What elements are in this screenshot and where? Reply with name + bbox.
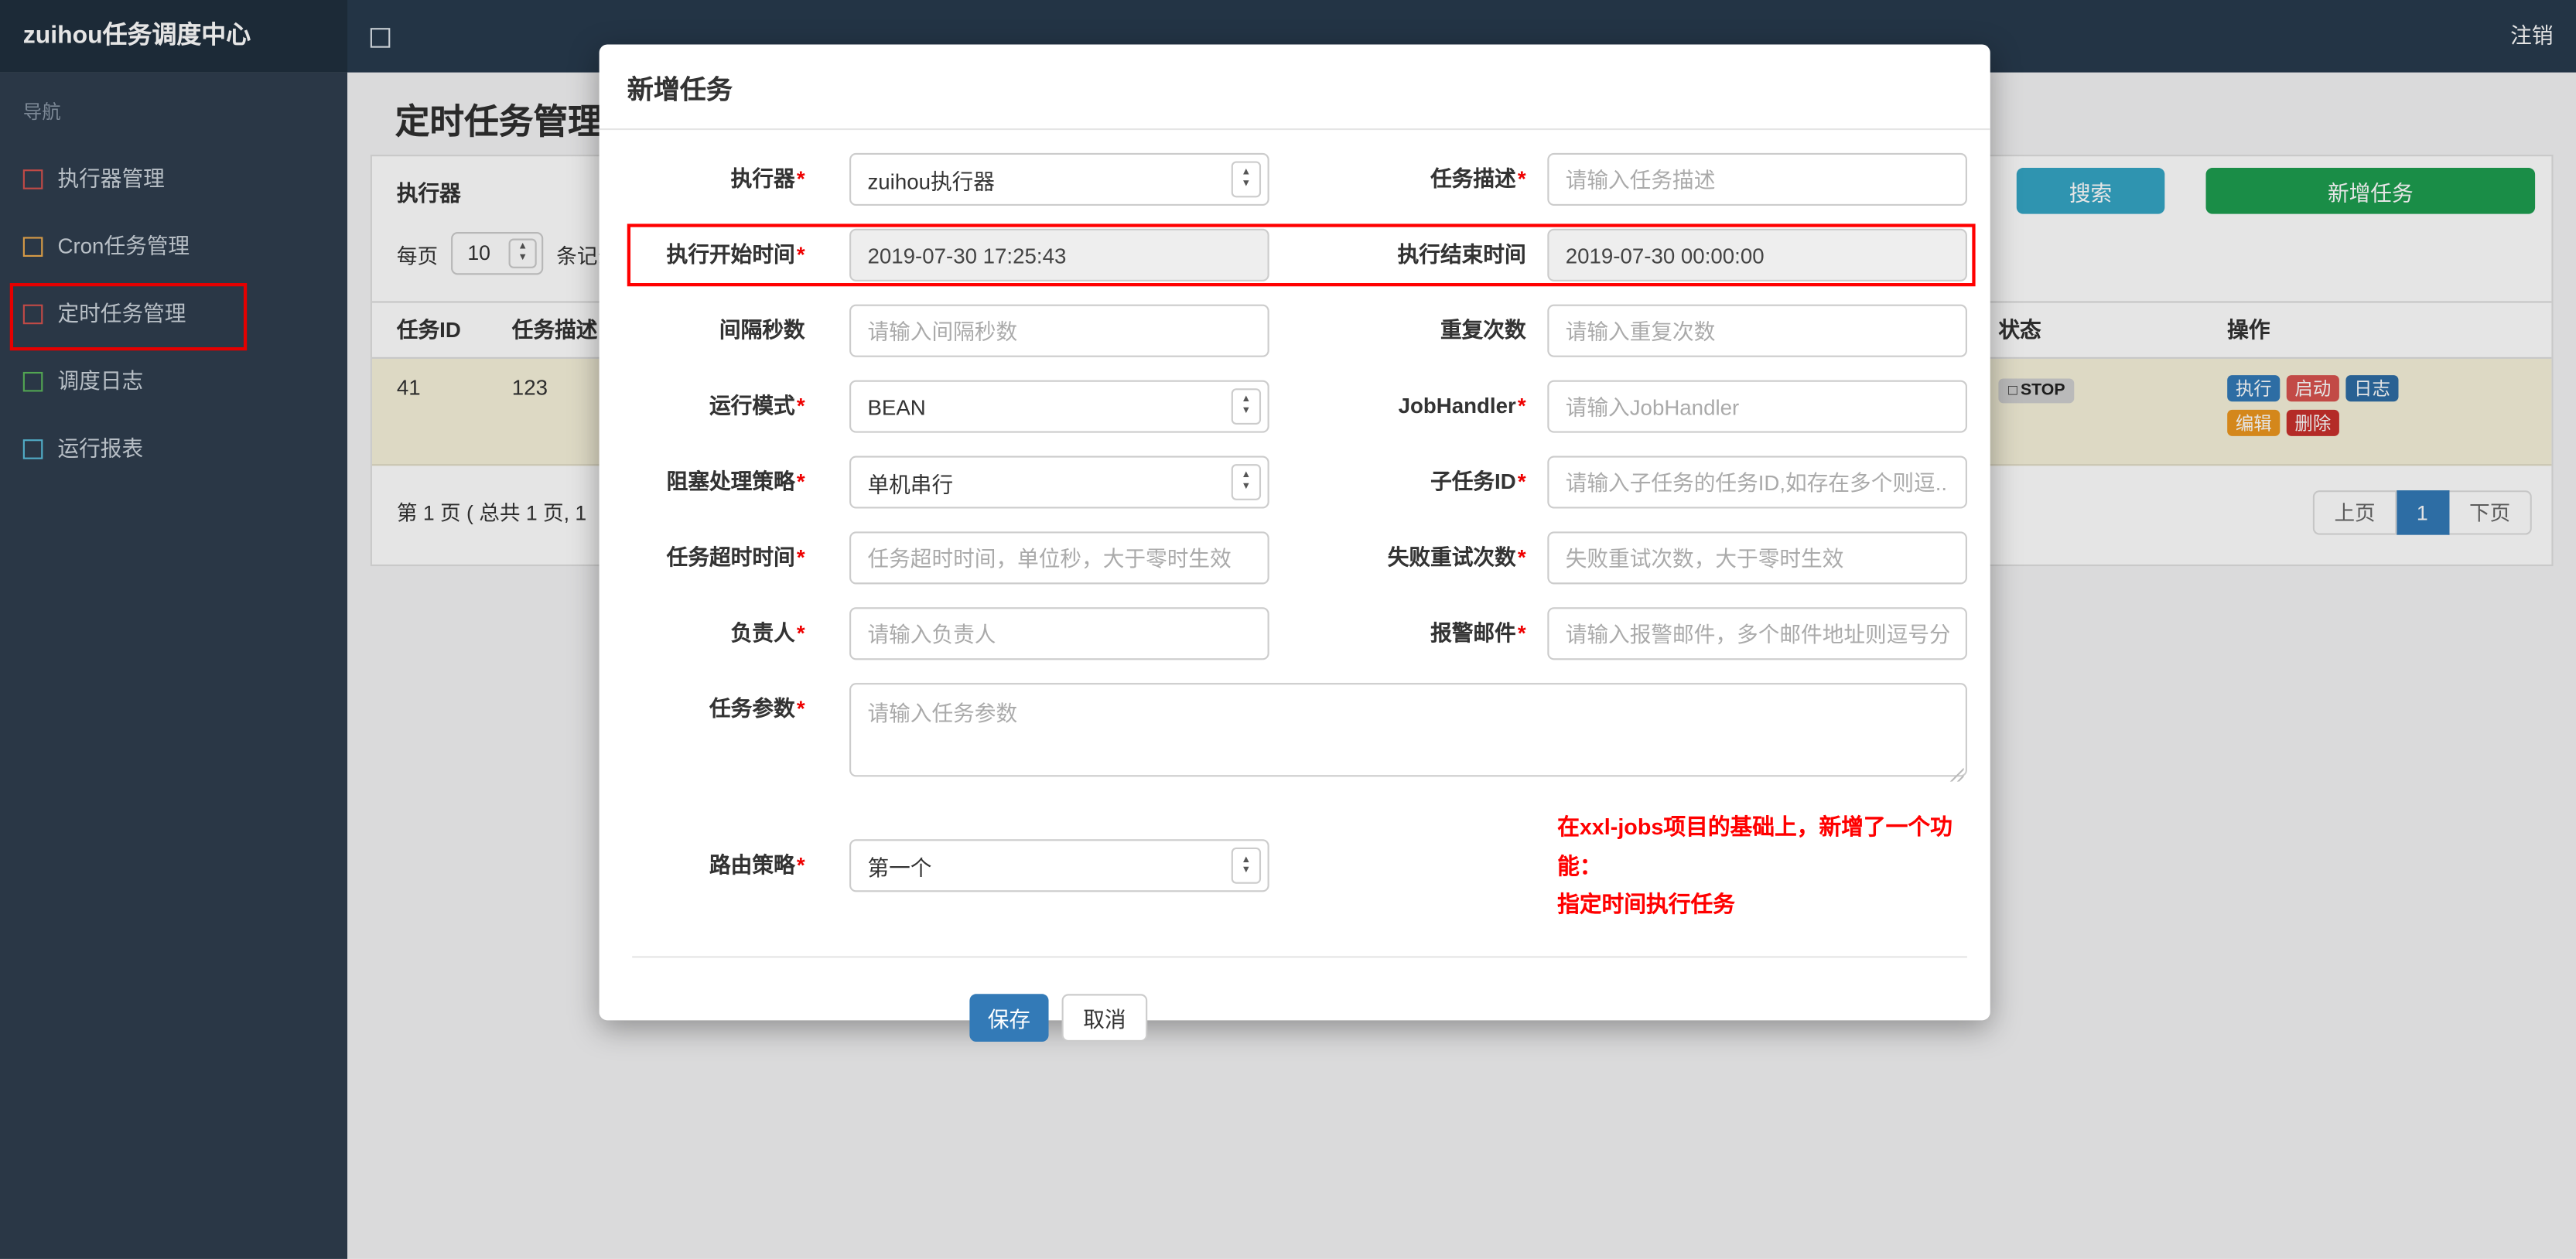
select-arrows-icon: ▲ ▼	[1231, 464, 1262, 500]
select-arrows-icon: ▲ ▼	[1231, 161, 1262, 198]
start-time-input[interactable]	[849, 228, 1269, 281]
modal-header: 新增任务	[599, 44, 1990, 131]
block-strategy-select-value: 单机串行	[867, 471, 954, 496]
interval-label: 间隔秒数	[719, 317, 805, 343]
task-desc-label: 任务描述 *	[1430, 165, 1526, 191]
feature-note-line1: 在xxl-jobs项目的基础上，新增了一个功能：	[1557, 814, 1952, 879]
task-desc-input[interactable]	[1547, 152, 1967, 206]
feature-note-line2: 指定时间执行任务	[1557, 892, 1735, 917]
feature-note: 在xxl-jobs项目的基础上，新增了一个功能： 指定时间执行任务	[1557, 808, 1967, 925]
run-mode-select[interactable]: BEAN ▲ ▼	[849, 380, 1269, 433]
form-row-interval: 间隔秒数 重复次数	[600, 304, 1990, 357]
task-params-textarea[interactable]	[849, 683, 1967, 777]
fail-retry-label: 失败重试次数 *	[1387, 544, 1526, 570]
owner-label: 负责人 *	[730, 620, 805, 646]
form-row-route-strategy: 路由策略 * 第一个 ▲ ▼ 在xxl-jobs项目的基础上，新增了一个功能： 指定…	[600, 808, 1990, 925]
modal-title: 新增任务	[627, 76, 733, 105]
form-row-owner: 负责人* 报警邮件*	[600, 607, 1990, 660]
interval-input[interactable]	[849, 304, 1269, 357]
select-arrows-icon: ▲ ▼	[1231, 388, 1262, 425]
route-strategy-select[interactable]: 第一个 ▲ ▼	[849, 840, 1269, 893]
repeat-count-input[interactable]	[1547, 304, 1967, 357]
cancel-button[interactable]: 取消	[1061, 994, 1148, 1042]
task-params-label: 任务参数 *	[709, 696, 805, 722]
block-strategy-select[interactable]: 单机串行 ▲ ▼	[849, 455, 1269, 509]
start-time-label: 执行开始时间 *	[666, 241, 805, 267]
timeout-input[interactable]	[849, 531, 1269, 585]
end-time-label: 执行结束时间	[1397, 241, 1526, 267]
owner-input[interactable]	[849, 607, 1269, 660]
run-mode-select-value: BEAN	[867, 394, 926, 419]
form-row-task-params: 任务参数 *	[600, 683, 1990, 785]
alarm-email-input[interactable]	[1547, 607, 1967, 660]
form-row-block-strategy: 阻塞处理策略 * 单机串行 ▲ ▼ 子任务ID *	[600, 455, 1990, 509]
select-arrows-icon: ▲ ▼	[1231, 848, 1262, 885]
run-mode-label: 运行模式 *	[709, 393, 805, 418]
form-row-executor: 执行器 * zuihou执行器 ▲ ▼ 任务描述 *	[600, 152, 1990, 206]
route-strategy-label: 路由策略 *	[709, 853, 805, 879]
end-time-input[interactable]	[1547, 228, 1967, 281]
modal-body: 执行器* zuihou执行器 ▲▼ 任务描述* 执行开始时间* 执行结束时间	[600, 130, 1990, 1042]
form-row-run-mode: 运行模式 * BEAN ▲ ▼ JobHandler *	[600, 380, 1990, 433]
child-task-id-input[interactable]	[1547, 455, 1967, 509]
modal-divider	[632, 956, 1967, 958]
executor-select-value: zuihou执行器	[867, 169, 995, 194]
form-row-exec-time: 执行开始时间* 执行结束时间	[600, 223, 1990, 287]
jobhandler-label: JobHandler *	[1398, 393, 1526, 418]
app-root: zuihou任务调度中心 注销 导航 执行器管理 Cron任务管理 定时任务管理…	[0, 0, 2576, 1259]
jobhandler-input[interactable]	[1547, 380, 1967, 433]
route-strategy-select-value: 第一个	[867, 855, 932, 881]
alarm-email-label: 报警邮件 *	[1430, 620, 1526, 646]
timeout-label: 任务超时时间 *	[666, 544, 805, 570]
block-strategy-label: 阻塞处理策略 *	[666, 469, 805, 494]
save-button[interactable]: 保存	[969, 994, 1049, 1042]
executor-select[interactable]: zuihou执行器 ▲ ▼	[849, 152, 1269, 206]
executor-label: 执行器 *	[730, 165, 805, 191]
form-row-timeout: 任务超时时间* 失败重试次数*	[600, 531, 1990, 585]
add-task-modal: 新增任务 执行器* zuihou执行器 ▲▼ 任务描述* 执行开始时间*	[599, 44, 1990, 1042]
child-task-id-label: 子任务ID *	[1430, 469, 1526, 494]
repeat-count-label: 重复次数	[1440, 317, 1526, 343]
fail-retry-input[interactable]	[1547, 531, 1967, 585]
modal-footer: 保存 取消	[600, 994, 1990, 1042]
